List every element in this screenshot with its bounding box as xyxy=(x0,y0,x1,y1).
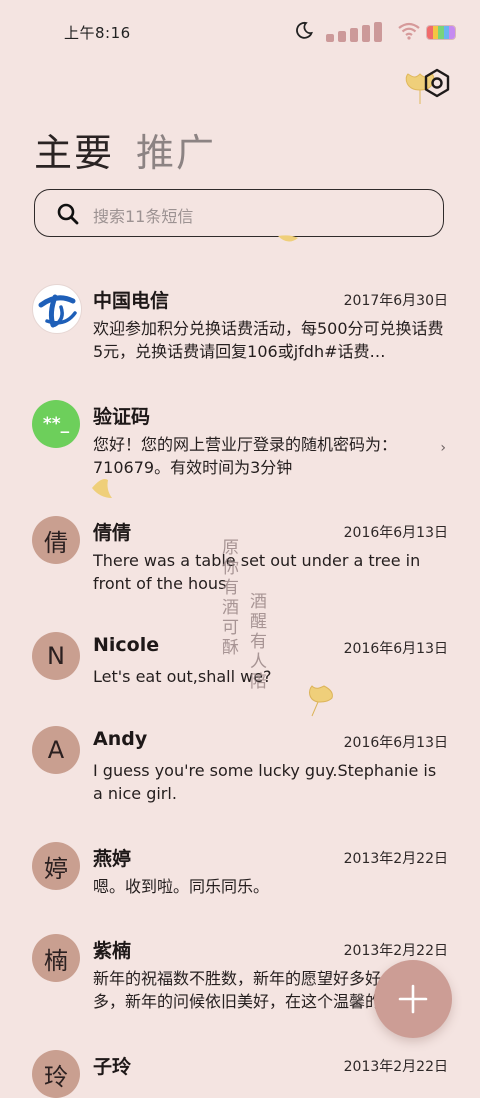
avatar-initial: 楠 xyxy=(44,946,68,975)
contact-name: 倩倩 xyxy=(93,522,132,544)
tab-promotions[interactable]: 推广 xyxy=(136,122,216,177)
avatar-initial: 玲 xyxy=(44,1062,68,1091)
avatar-initial: 倩 xyxy=(44,528,68,557)
message-preview: I guess you're some lucky guy.Stephanie … xyxy=(93,761,437,803)
avatar-initial: 婷 xyxy=(44,854,68,883)
conversation-item[interactable]: **_ 验证码 您好！您的网上营业厅登录的随机密码为：710679。有效时间为3… xyxy=(0,400,480,496)
leaf-decoration-icon xyxy=(278,235,298,242)
message-date: 2013年2月22日 xyxy=(343,851,448,867)
contact-name: Nicole xyxy=(93,634,160,656)
search-input[interactable]: 搜索11条短信 xyxy=(34,189,444,237)
wallpaper-poem-line-2: 酒醒有人陪 xyxy=(246,592,266,692)
contact-name: 中国电信 xyxy=(93,290,170,312)
battery-icon xyxy=(426,25,456,40)
conversation-item[interactable]: A Andy 2016年6月13日 I guess you're some lu… xyxy=(0,726,480,822)
avatar xyxy=(32,284,82,334)
avatar: **_ xyxy=(32,400,80,448)
new-message-button[interactable] xyxy=(374,960,452,1038)
signal-strength-icon xyxy=(326,22,382,42)
message-preview: 新年的祝福数不胜数，新年的愿望好多好多，新年的问候依旧美好，在这个温馨的 xyxy=(93,969,382,1011)
message-preview: 嗯。收到啦。同乐同乐。 xyxy=(93,877,270,896)
settings-gear-icon[interactable] xyxy=(420,66,454,100)
wallpaper-poem-line-1: 原你有酒可酥 xyxy=(218,538,238,658)
avatar: 玲 xyxy=(32,1050,80,1098)
contact-name: 验证码 xyxy=(93,406,151,428)
avatar: A xyxy=(32,726,80,774)
message-preview: Let's eat out,shall we? xyxy=(93,667,272,686)
search-placeholder: 搜索11条短信 xyxy=(93,207,194,226)
conversation-item[interactable]: 中国电信 2017年6月30日 欢迎参加积分兑换话费活动，每500分可兑换话费5… xyxy=(0,284,480,380)
avatar: 婷 xyxy=(32,842,80,890)
wifi-icon xyxy=(398,22,420,40)
message-preview: 欢迎参加积分兑换话费活动，每500分可兑换话费5元，兑换话费请回复106或jfd… xyxy=(93,319,444,361)
tab-primary[interactable]: 主要 xyxy=(34,122,114,177)
search-icon xyxy=(57,203,79,225)
message-date: 2013年2月22日 xyxy=(343,943,448,959)
avatar-initial: N xyxy=(47,642,65,670)
message-preview: There was a table set out under a tree i… xyxy=(93,551,421,593)
contact-name: Andy xyxy=(93,728,148,750)
message-category-tabs: 主要 推广 xyxy=(34,122,216,177)
message-date: 2013年2月22日 xyxy=(343,1059,448,1075)
chevron-right-icon: › xyxy=(440,440,446,456)
message-preview: 您好！您的网上营业厅登录的随机密码为：710679。有效时间为3分钟 xyxy=(93,435,398,477)
avatar-initial: **_ xyxy=(42,414,70,434)
message-date: 2016年6月13日 xyxy=(343,735,448,751)
avatar-initial: A xyxy=(47,736,65,764)
message-date: 2016年6月13日 xyxy=(343,641,448,657)
status-time: 上午8:16 xyxy=(64,24,131,42)
conversation-item[interactable]: 玲 子玲 2013年2月22日 xyxy=(0,1050,480,1098)
avatar: N xyxy=(32,632,80,680)
contact-name: 紫楠 xyxy=(93,940,132,962)
plus-icon xyxy=(398,984,428,1014)
avatar: 倩 xyxy=(32,516,80,564)
contact-name: 燕婷 xyxy=(93,848,132,870)
message-date: 2016年6月13日 xyxy=(343,525,448,541)
status-bar: 上午8:16 xyxy=(0,0,480,64)
message-date: 2017年6月30日 xyxy=(343,293,448,309)
china-telecom-logo-icon xyxy=(36,288,78,330)
do-not-disturb-moon-icon xyxy=(296,21,313,39)
conversation-item[interactable]: 婷 燕婷 2013年2月22日 嗯。收到啦。同乐同乐。 xyxy=(0,842,480,914)
avatar: 楠 xyxy=(32,934,80,982)
